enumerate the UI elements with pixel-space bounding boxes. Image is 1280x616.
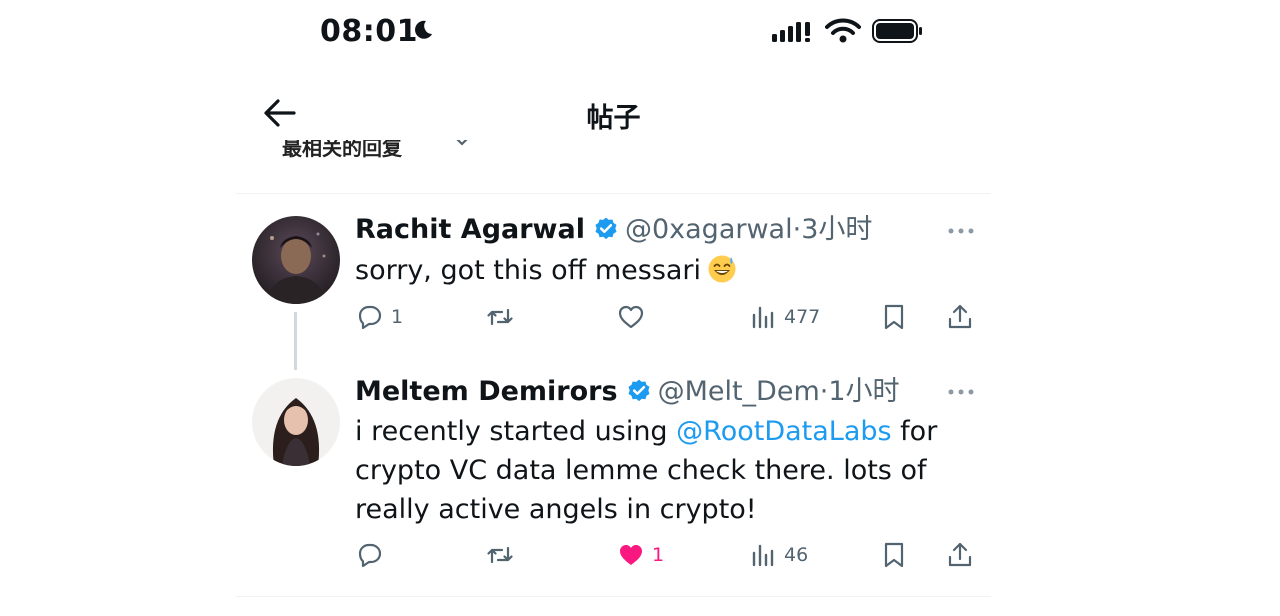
moon-icon <box>415 20 432 39</box>
bookmark-button[interactable] <box>879 302 909 332</box>
chevron-down-icon <box>456 140 468 146</box>
separator-dot: · <box>792 214 802 245</box>
phone-screen: 08:01 帖子 最相关的回复 Rachit Agarwal @0xagarwa… <box>236 0 991 616</box>
share-button[interactable] <box>945 540 975 570</box>
like-count: 1 <box>652 544 665 566</box>
heart-filled-icon <box>620 545 642 565</box>
author-name[interactable]: Meltem Demirors <box>355 376 618 407</box>
author-handle[interactable]: @0xagarwal <box>625 214 793 245</box>
avatar-meltem[interactable] <box>252 378 340 466</box>
divider <box>236 596 991 597</box>
views-button[interactable]: 46 <box>748 540 808 570</box>
more-options-icon[interactable] <box>946 225 976 237</box>
retweet-button[interactable] <box>485 540 515 570</box>
views-chart-icon <box>752 306 774 329</box>
views-count: 46 <box>784 544 809 566</box>
like-button[interactable] <box>616 302 646 332</box>
cellular-signal-icon <box>772 22 810 42</box>
reply-icon <box>358 543 382 568</box>
avatar-rachit[interactable] <box>252 216 340 304</box>
mention-link[interactable]: @RootDataLabs <box>676 416 891 447</box>
tweet-header: Rachit Agarwal @0xagarwal·3小时 <box>355 214 872 246</box>
wifi-icon <box>825 18 861 43</box>
reply-count: 1 <box>391 306 404 328</box>
share-icon <box>948 542 972 567</box>
grinning-sweat-emoji <box>708 255 736 283</box>
thread-connector-line <box>294 312 297 370</box>
sort-selector[interactable]: 最相关的回复 <box>282 140 482 162</box>
retweet-icon <box>487 308 513 326</box>
timestamp[interactable]: 1小时 <box>828 376 899 407</box>
sort-label: 最相关的回复 <box>282 140 402 160</box>
more-options-icon[interactable] <box>946 386 976 398</box>
tweet-body: sorry, got this off messari <box>355 255 702 286</box>
retweet-button[interactable] <box>485 302 515 332</box>
reply-button[interactable] <box>355 540 385 570</box>
bookmark-button[interactable] <box>879 540 909 570</box>
views-chart-icon <box>752 544 774 567</box>
like-button[interactable]: 1 <box>616 540 664 570</box>
tweet-text: i recently started using @RootDataLabs f… <box>355 412 945 529</box>
heart-icon <box>618 305 644 329</box>
page-title: 帖子 <box>586 103 641 134</box>
author-handle[interactable]: @Melt_Dem <box>658 376 820 407</box>
bookmark-icon <box>884 304 904 330</box>
status-time: 08:01 <box>320 14 418 49</box>
share-button[interactable] <box>945 302 975 332</box>
tweet-header: Meltem Demirors @Melt_Dem·1小时 <box>355 376 900 408</box>
bookmark-icon <box>884 542 904 568</box>
author-name[interactable]: Rachit Agarwal <box>355 214 585 245</box>
tweet-text: sorry, got this off messari <box>355 251 945 290</box>
verified-badge-icon <box>595 217 617 240</box>
views-count: 477 <box>784 306 821 328</box>
verified-badge-icon <box>628 379 650 402</box>
retweet-icon <box>487 546 513 564</box>
share-icon <box>948 304 972 329</box>
views-button[interactable]: 477 <box>748 302 820 332</box>
tweet-body-start: i recently started using <box>355 416 677 447</box>
battery-icon <box>872 19 922 43</box>
reply-button[interactable]: 1 <box>355 302 403 332</box>
divider <box>236 193 991 194</box>
reply-icon <box>358 305 382 330</box>
timestamp[interactable]: 3小时 <box>801 214 872 245</box>
